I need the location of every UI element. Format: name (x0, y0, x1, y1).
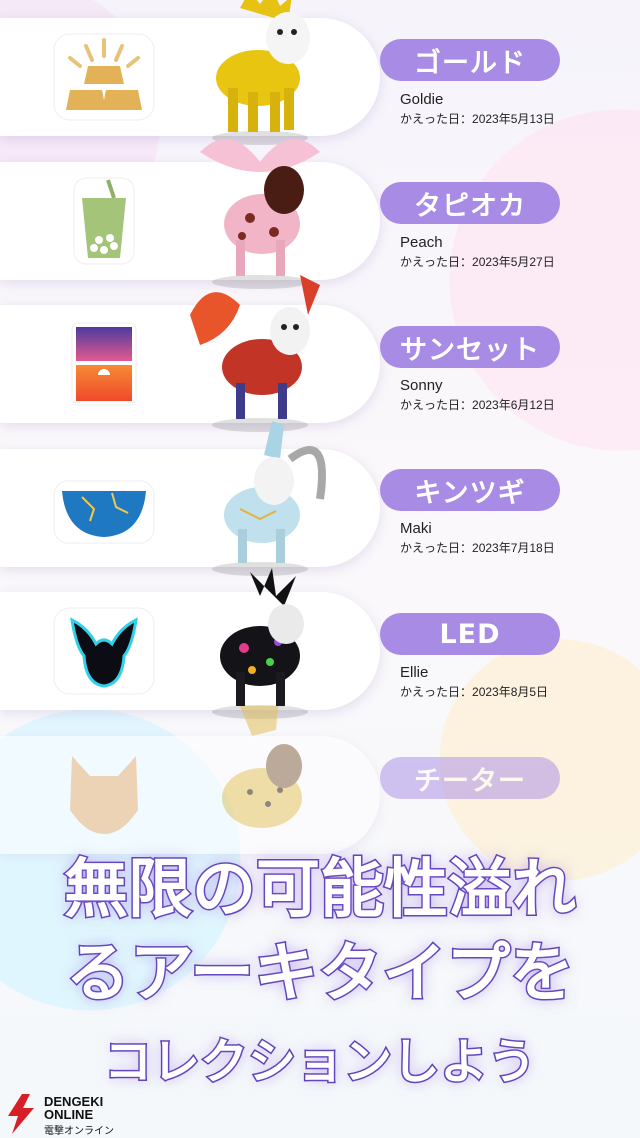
gold-bars-icon (53, 33, 155, 121)
tapioca-creature-image (200, 139, 320, 289)
headline-line-3: コレクションしよう (102, 1033, 537, 1092)
dengeki-online-logo: DENGEKI ONLINE 電撃オンライン (4, 1094, 134, 1137)
hatch-date-peach: かえった日：2023年5月27日 (400, 253, 555, 270)
pet-name-sonny: Sonny (400, 377, 443, 394)
hatch-label: かえった日： (400, 255, 473, 269)
gold-creature-image (212, 0, 310, 145)
archetype-badge-led: LED (380, 613, 560, 655)
hatch-date-goldie: かえった日：2023年5月13日 (400, 110, 555, 127)
kintsugi-creature-image (212, 421, 326, 576)
headline-line-1: 無限の可能性溢れ (63, 852, 578, 929)
hatch-date-value: 2023年8月5日 (472, 685, 549, 699)
archetype-badge-kintsugi: キンツギ (380, 469, 560, 511)
kintsugi-bowl-icon (53, 480, 155, 544)
logo-sub: 電撃オンライン (44, 1126, 114, 1137)
headline-line-2: るアーキタイプを (64, 936, 575, 1013)
collection-card-tapioca[interactable] (0, 139, 380, 289)
sunset-creature-image (190, 275, 320, 432)
led-creature-image (212, 568, 308, 719)
hatch-date-maki: かえった日：2023年7月18日 (400, 539, 555, 556)
collection-card-kintsugi[interactable] (0, 421, 380, 576)
archetype-badge-tapioca: タピオカ (380, 182, 560, 224)
logo-brand-2: ONLINE (44, 1107, 94, 1122)
hatch-label: かえった日： (400, 398, 473, 412)
hatch-label: かえった日： (400, 541, 473, 555)
hatch-date-value: 2023年6月12日 (472, 398, 555, 412)
sunset-icon (71, 322, 137, 406)
archetype-badge-gold: ゴールド (380, 39, 560, 81)
pet-name-goldie: Goldie (400, 91, 444, 108)
hatch-date-sonny: かえった日：2023年6月12日 (400, 396, 555, 413)
collection-card-gold[interactable] (0, 0, 380, 145)
hatch-label: かえった日： (400, 112, 473, 126)
pet-name-ellie: Ellie (400, 664, 429, 681)
archetype-badge-cheetah: チーター (380, 757, 560, 799)
bubble-tea-icon (73, 177, 135, 265)
cheetah-face-icon (70, 756, 138, 834)
lightning-icon (8, 1094, 34, 1134)
pet-name-peach: Peach (400, 234, 443, 251)
collection-card-cheetah[interactable] (0, 706, 380, 854)
archetype-badge-sunset: サンセット (380, 326, 560, 368)
hatch-date-value: 2023年5月13日 (472, 112, 555, 126)
pet-name-maki: Maki (400, 520, 432, 537)
hatch-date-value: 2023年5月27日 (472, 255, 555, 269)
collection-card-sunset[interactable] (0, 275, 380, 432)
hatch-date-ellie: かえった日：2023年8月5日 (400, 683, 548, 700)
hatch-label: かえった日： (400, 685, 473, 699)
collection-card-led[interactable] (0, 568, 380, 719)
led-silhouette-icon (53, 607, 155, 695)
hatch-date-value: 2023年7月18日 (472, 541, 555, 555)
